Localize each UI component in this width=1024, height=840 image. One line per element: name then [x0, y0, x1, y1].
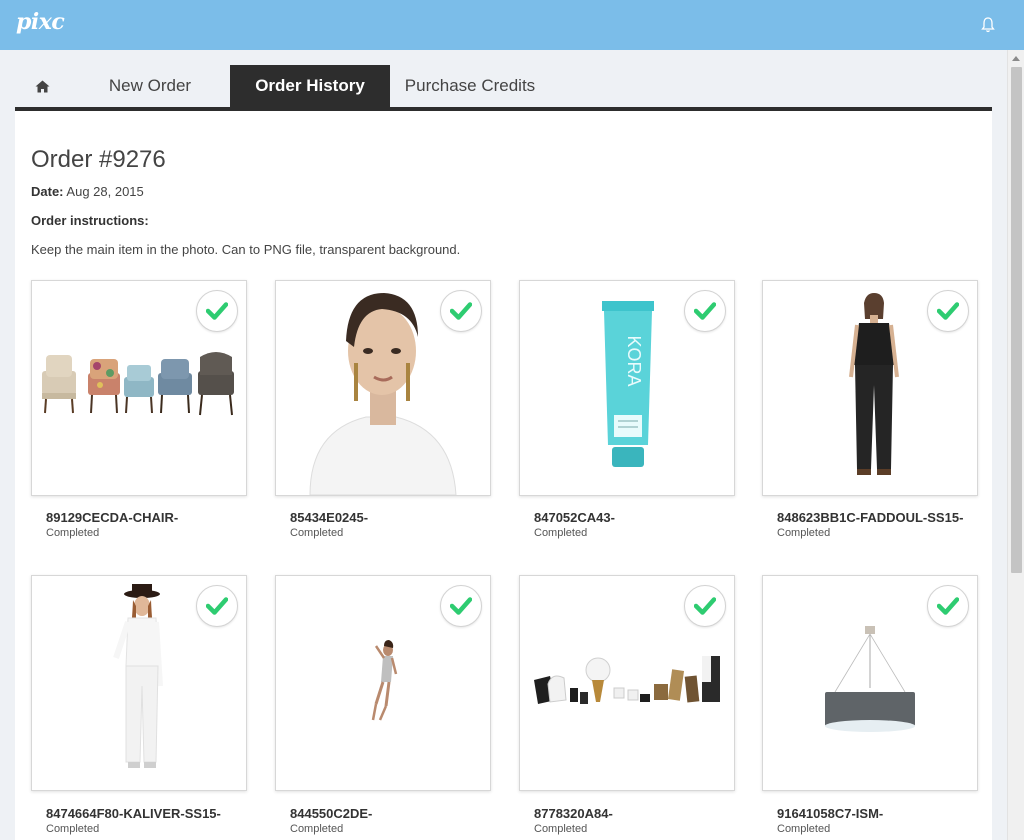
date-label: Date:: [31, 184, 64, 199]
order-detail-panel: Order #9276 Date: Aug 28, 2015 Order ins…: [15, 111, 992, 840]
order-title: Order #9276: [31, 146, 166, 173]
item-status: Completed: [46, 823, 100, 835]
completed-check: [927, 585, 969, 627]
tab-purchase-credits[interactable]: Purchase Credits: [390, 65, 550, 107]
bell-icon[interactable]: [980, 16, 996, 34]
item-status: Completed: [777, 823, 831, 835]
vertical-scrollbar[interactable]: [1007, 50, 1024, 840]
item-name[interactable]: 844550C2DE-: [290, 806, 372, 821]
check-icon: [694, 597, 716, 615]
completed-check: [684, 585, 726, 627]
completed-check: [440, 290, 482, 332]
tab-new-order[interactable]: New Order: [70, 65, 230, 107]
item-status: Completed: [534, 823, 588, 835]
item-card[interactable]: [31, 280, 247, 496]
item-name[interactable]: 8474664F80-KALIVER-SS15-: [46, 806, 221, 821]
check-icon: [206, 597, 228, 615]
item-name[interactable]: 8778320A84-: [534, 806, 613, 821]
order-date: Date: Aug 28, 2015: [31, 184, 144, 199]
item-card[interactable]: KORA: [519, 280, 735, 496]
item-card[interactable]: [275, 575, 491, 791]
item-status: Completed: [290, 527, 344, 539]
item-name[interactable]: 847052CA43-: [534, 510, 615, 525]
top-bar: pixc: [0, 0, 1024, 50]
pixc-logo[interactable]: pixc: [16, 9, 65, 35]
kora-brand-label: KORA: [624, 335, 644, 386]
item-name[interactable]: 85434E0245-: [290, 510, 368, 525]
item-status: Completed: [534, 527, 588, 539]
item-card[interactable]: [762, 280, 978, 496]
home-icon: [35, 80, 50, 93]
check-icon: [450, 597, 472, 615]
item-card[interactable]: [519, 575, 735, 791]
completed-check: [927, 290, 969, 332]
item-card[interactable]: [31, 575, 247, 791]
item-card[interactable]: [275, 280, 491, 496]
check-icon: [206, 302, 228, 320]
item-card[interactable]: [762, 575, 978, 791]
completed-check: [440, 585, 482, 627]
item-name[interactable]: 89129CECDA-CHAIR-: [46, 510, 178, 525]
instructions-text: Keep the main item in the photo. Can to …: [31, 242, 461, 257]
item-name[interactable]: 848623BB1C-FADDOUL-SS15-: [777, 510, 963, 525]
item-status: Completed: [290, 823, 344, 835]
item-status: Completed: [777, 527, 831, 539]
completed-check: [196, 290, 238, 332]
item-status: Completed: [46, 527, 100, 539]
instructions-label: Order instructions:: [31, 213, 149, 228]
scroll-up-arrow-icon[interactable]: [1012, 56, 1020, 61]
check-icon: [450, 302, 472, 320]
check-icon: [694, 302, 716, 320]
check-icon: [937, 302, 959, 320]
instructions-heading: Order instructions:: [31, 213, 149, 228]
tab-home[interactable]: [15, 65, 70, 107]
check-icon: [937, 597, 959, 615]
completed-check: [684, 290, 726, 332]
date-value: Aug 28, 2015: [66, 184, 144, 199]
main-tabs: New Order Order History Purchase Credits: [15, 65, 992, 111]
scrollbar-thumb[interactable]: [1011, 67, 1022, 573]
item-name[interactable]: 91641058C7-ISM-: [777, 806, 883, 821]
tab-order-history[interactable]: Order History: [230, 65, 390, 107]
completed-check: [196, 585, 238, 627]
